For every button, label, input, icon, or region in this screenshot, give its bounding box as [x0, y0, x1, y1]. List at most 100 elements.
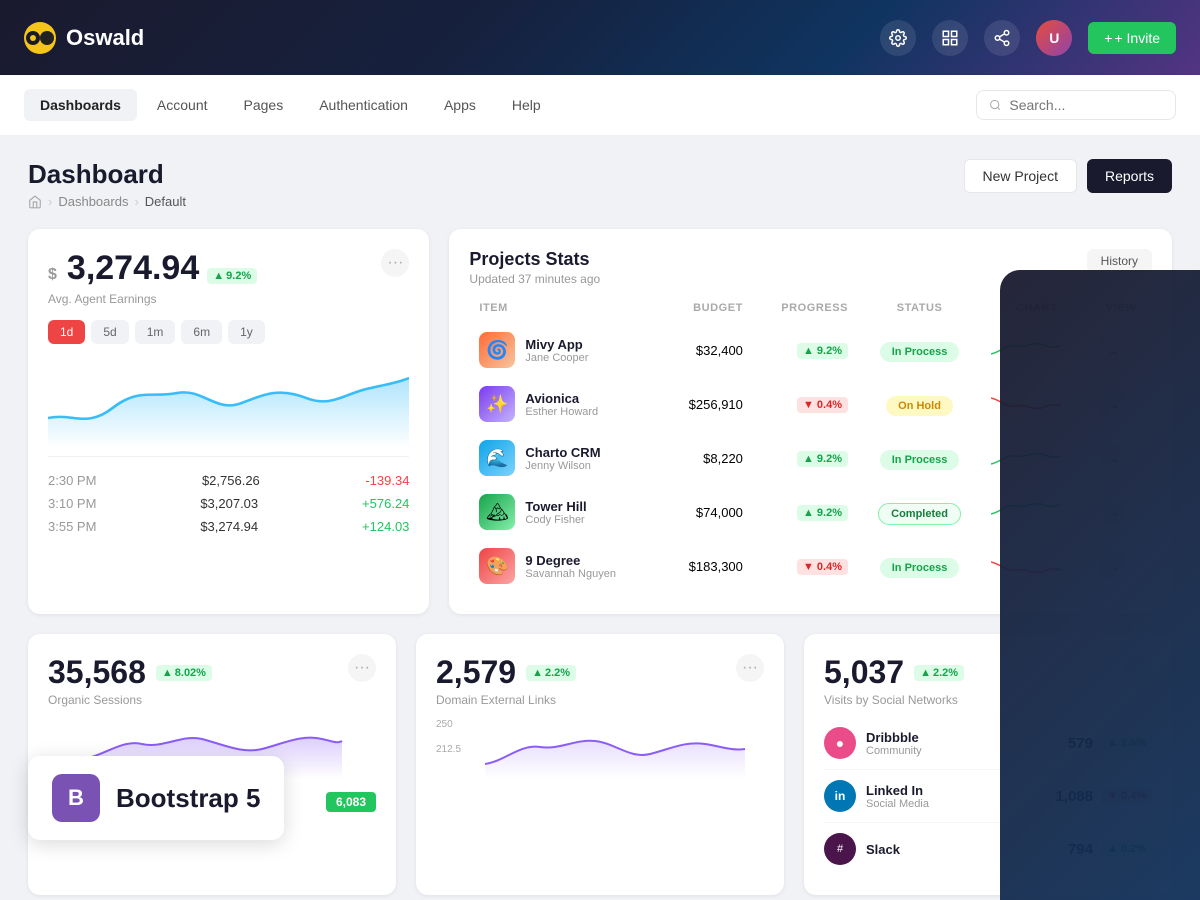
breadcrumb: › Dashboards › Default [28, 194, 186, 209]
earnings-more-button[interactable]: ··· [381, 249, 409, 277]
project-person-charto: Jenny Wilson [525, 460, 600, 472]
menu-items-group: Dashboards Account Pages Authentication … [24, 89, 557, 121]
status-9degree: In Process [858, 540, 981, 592]
dribbble-icon: ● [824, 727, 856, 759]
breadcrumb-default: Default [145, 194, 186, 209]
project-icon-mivy: 🌀 [479, 332, 515, 368]
earnings-card: $ 3,274.94 ▲ 9.2% Avg. Agent Earnings ··… [28, 229, 429, 614]
nav-grid-icon[interactable] [932, 20, 968, 56]
reports-button[interactable]: Reports [1087, 159, 1172, 193]
slack-icon: # [824, 833, 856, 865]
main-content: Dashboard › Dashboards › Default New Pro… [0, 135, 1200, 900]
project-name-mivy: Mivy App [525, 337, 588, 352]
earnings-label: Avg. Agent Earnings [48, 292, 257, 306]
social-badge: ▲ 2.2% [914, 665, 964, 681]
time-filters: 1d 5d 1m 6m 1y [48, 320, 409, 344]
nav-settings-icon[interactable] [880, 20, 916, 56]
project-item-9degree: 🎨 9 Degree Savannah Nguyen [479, 548, 653, 584]
breadcrumb-dashboards[interactable]: Dashboards [58, 194, 128, 209]
progress-charto: ▲ 9.2% [753, 432, 856, 484]
country-value: 6,083 [326, 792, 376, 812]
budget-mivy: $32,400 [663, 324, 750, 376]
invite-icon: + [1104, 30, 1112, 46]
domain-links-label: Domain External Links [436, 693, 576, 707]
project-person-mivy: Jane Cooper [525, 352, 588, 364]
col-budget: BUDGET [663, 302, 750, 322]
progress-tower: ▲ 9.2% [753, 486, 856, 538]
budget-avionica: $256,910 [663, 378, 750, 430]
organic-sessions-more-button[interactable]: ··· [348, 654, 376, 682]
domain-chart-area: 250 212.5 [436, 719, 764, 784]
domain-links-card: 2,579 ▲ 2.2% Domain External Links ··· 2… [416, 634, 784, 895]
bootstrap-label: Bootstrap 5 [116, 783, 260, 814]
project-icon-avionica: ✨ [479, 386, 515, 422]
new-project-button[interactable]: New Project [964, 159, 1077, 193]
brand-name: Oswald [66, 25, 144, 51]
domain-links-number: 2,579 ▲ 2.2% [436, 654, 576, 691]
menu-item-dashboards[interactable]: Dashboards [24, 89, 137, 121]
status-tower: Completed [858, 486, 981, 538]
menu-item-account[interactable]: Account [141, 89, 224, 121]
time-filter-6m[interactable]: 6m [181, 320, 222, 344]
time-filter-1y[interactable]: 1y [228, 320, 265, 344]
col-progress: PROGRESS [753, 302, 856, 322]
brand-logo-icon [24, 22, 56, 54]
progress-avionica: ▼ 0.4% [753, 378, 856, 430]
time-row-3: 3:55 PM $3,274.94 +124.03 [48, 515, 409, 538]
earnings-currency: $ [48, 266, 57, 284]
project-icon-tower: 🏔 [479, 494, 515, 530]
project-person-tower: Cody Fisher [525, 514, 586, 526]
menu-item-apps[interactable]: Apps [428, 89, 492, 121]
search-input[interactable] [1009, 97, 1163, 113]
earnings-badge: ▲ 9.2% [207, 268, 257, 284]
invite-button[interactable]: + + Invite [1088, 22, 1176, 54]
time-data: 2:30 PM $2,756.26 -139.34 3:10 PM $3,207… [48, 456, 409, 538]
project-icon-9degree: 🎨 [479, 548, 515, 584]
search-bar[interactable] [976, 90, 1176, 120]
progress-mivy: ▲ 9.2% [753, 324, 856, 376]
time-row-1: 2:30 PM $2,756.26 -139.34 [48, 469, 409, 492]
project-person-avionica: Esther Howard [525, 406, 598, 418]
nav-share-icon[interactable] [984, 20, 1020, 56]
project-name-9degree: 9 Degree [525, 553, 616, 568]
menu-bar: Dashboards Account Pages Authentication … [0, 75, 1200, 135]
header-actions: New Project Reports [964, 159, 1173, 193]
nav-icons-group: U + + Invite [880, 20, 1176, 56]
projects-updated: Updated 37 minutes ago [469, 272, 600, 286]
col-status: STATUS [858, 302, 981, 322]
domain-links-badge: ▲ 2.2% [526, 665, 576, 681]
col-item: ITEM [471, 302, 661, 322]
bootstrap-icon: B [52, 774, 100, 822]
status-charto: In Process [858, 432, 981, 484]
search-icon [989, 98, 1001, 112]
project-person-9degree: Savannah Nguyen [525, 568, 616, 580]
project-item-mivy: 🌀 Mivy App Jane Cooper [479, 332, 653, 368]
domain-links-more-button[interactable]: ··· [736, 654, 764, 682]
organic-sessions-badge: ▲ 8.02% [156, 665, 212, 681]
bootstrap-overlay: B Bootstrap 5 [28, 756, 284, 840]
projects-title: Projects Stats [469, 249, 600, 270]
menu-item-authentication[interactable]: Authentication [303, 89, 424, 121]
budget-tower: $74,000 [663, 486, 750, 538]
project-name-tower: Tower Hill [525, 499, 586, 514]
page-header: Dashboard › Dashboards › Default New Pro… [28, 159, 1172, 209]
project-item-avionica: ✨ Avionica Esther Howard [479, 386, 653, 422]
project-name-charto: Charto CRM [525, 445, 600, 460]
time-filter-1m[interactable]: 1m [135, 320, 176, 344]
project-item-charto: 🌊 Charto CRM Jenny Wilson [479, 440, 653, 476]
project-name-avionica: Avionica [525, 391, 598, 406]
user-avatar[interactable]: U [1036, 20, 1072, 56]
project-icon-charto: 🌊 [479, 440, 515, 476]
page-title: Dashboard [28, 159, 186, 190]
home-icon [28, 195, 42, 209]
time-filter-1d[interactable]: 1d [48, 320, 85, 344]
budget-charto: $8,220 [663, 432, 750, 484]
time-filter-5d[interactable]: 5d [91, 320, 128, 344]
menu-item-pages[interactable]: Pages [228, 89, 300, 121]
top-navigation: Oswald U + + Invite [0, 0, 1200, 75]
progress-9degree: ▼ 0.4% [753, 540, 856, 592]
brand: Oswald [24, 22, 144, 54]
project-item-tower: 🏔 Tower Hill Cody Fisher [479, 494, 653, 530]
menu-item-help[interactable]: Help [496, 89, 557, 121]
time-row-2: 3:10 PM $3,207.03 +576.24 [48, 492, 409, 515]
